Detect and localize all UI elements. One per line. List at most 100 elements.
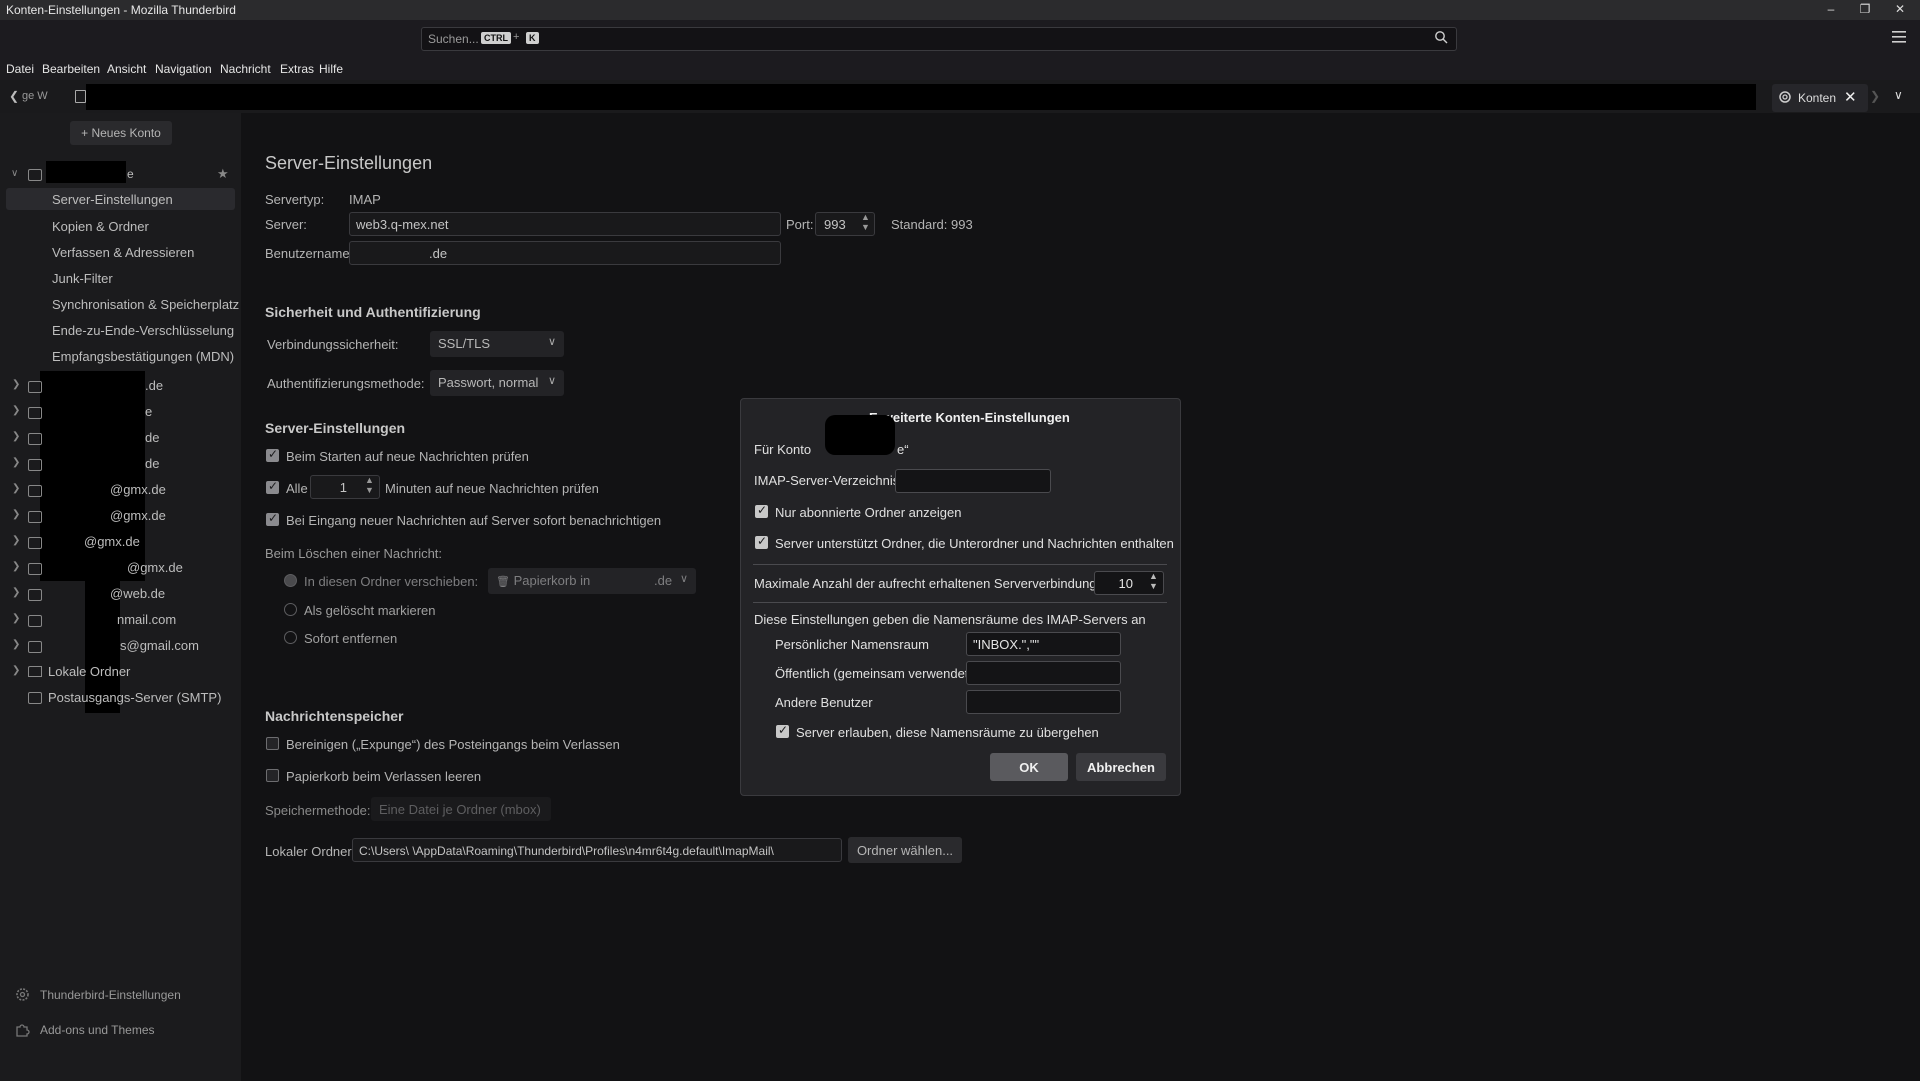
personal-ns-label: Persönlicher Namensraum — [775, 637, 929, 652]
server-settings-heading: Server-Einstellungen — [265, 420, 406, 436]
sidebar-account[interactable]: ❯ nmail.com — [0, 609, 241, 631]
tabs-list-chevron-icon[interactable]: ∨ — [1894, 88, 1903, 102]
sidebar-smtp[interactable]: Postausgangs-Server (SMTP) — [0, 687, 241, 709]
sidebar-item-sync[interactable]: Synchronisation & Speicherplatz — [52, 297, 239, 312]
sidebar-account[interactable]: ❯ @gmx.de — [0, 531, 241, 553]
search-input[interactable]: Suchen... CTRL + K — [421, 27, 1457, 51]
sidebar-account[interactable]: ❯ @gmx.de — [0, 505, 241, 527]
check-on-start-checkbox[interactable] — [266, 447, 279, 462]
close-window-button[interactable]: ✕ — [1890, 2, 1910, 18]
sidebar-account[interactable]: ❯ de — [0, 453, 241, 475]
sidebar-account[interactable]: ❯ @gmx.de — [0, 557, 241, 579]
personal-ns-input[interactable] — [966, 632, 1121, 656]
default-star-icon: ★ — [217, 166, 229, 181]
thunderbird-settings-link[interactable]: Thunderbird-Einstellungen — [0, 984, 241, 1008]
menu-extras[interactable]: Extras — [280, 62, 314, 76]
empty-trash-checkbox[interactable] — [266, 769, 279, 782]
mark-deleted-radio[interactable] — [284, 603, 297, 616]
account-icon — [28, 459, 42, 471]
server-supports-checkbox[interactable] — [755, 534, 768, 549]
sidebar-account[interactable]: ❯ @gmx.de — [0, 479, 241, 501]
sidebar-account[interactable]: ❯ de — [0, 427, 241, 449]
check-interval-input[interactable]: 1 ▲ ▼ — [310, 475, 380, 499]
sidebar-item-composition[interactable]: Verfassen & Adressieren — [52, 245, 194, 260]
sidebar-item-junk[interactable]: Junk-Filter — [52, 271, 113, 286]
trash-folder-select[interactable]: 🗑 Papierkorb in .de ∨ — [488, 568, 696, 594]
max-connections-input[interactable]: 10 ▲ ▼ — [1094, 571, 1164, 595]
conn-security-select[interactable]: SSL/TLS ∨ — [430, 331, 564, 357]
sidebar-local-folders[interactable]: ❯ Lokale Ordner — [0, 661, 241, 683]
connections-stepper-icon[interactable]: ▲ ▼ — [1149, 571, 1158, 591]
menu-hilfe[interactable]: Hilfe — [319, 62, 343, 76]
ok-button[interactable]: OK — [990, 753, 1068, 781]
menu-navigation[interactable]: Navigation — [155, 62, 212, 76]
notify-new-checkbox[interactable] — [266, 511, 279, 526]
interval-stepper-icon[interactable]: ▲ ▼ — [365, 475, 374, 495]
imap-dir-input[interactable] — [895, 469, 1051, 493]
check-every-prefix: Alle — [286, 481, 308, 496]
menu-ansicht[interactable]: Ansicht — [107, 62, 146, 76]
sidebar-item-server-settings[interactable]: Server-Einstellungen — [6, 188, 235, 210]
account-label: de — [145, 456, 160, 471]
cancel-button[interactable]: Abbrechen — [1076, 753, 1166, 781]
sidebar-item-e2ee[interactable]: Ende-zu-Ende-Verschlüsselung — [52, 323, 234, 338]
subscribed-only-checkbox[interactable] — [755, 503, 768, 518]
expunge-checkbox[interactable] — [266, 737, 279, 750]
divider — [753, 602, 1167, 603]
maximize-button[interactable]: ❐ — [1855, 2, 1875, 18]
sidebar-account[interactable]: ❯ .de — [0, 375, 241, 397]
account-label: @gmx.de — [84, 534, 140, 549]
server-input[interactable] — [349, 212, 781, 236]
account-icon — [28, 169, 42, 181]
other-users-input[interactable] — [966, 690, 1121, 714]
tabs-scroll-left-icon[interactable]: ❮ — [9, 89, 19, 103]
account-icon — [28, 407, 42, 419]
port-label: Port: — [786, 217, 814, 232]
storage-method-label: Speichermethode: — [265, 803, 371, 818]
move-to-folder-radio[interactable] — [284, 574, 297, 587]
check-every-checkbox[interactable] — [266, 479, 279, 494]
port-input[interactable]: 993 ▲ ▼ — [815, 212, 875, 236]
port-stepper-icon[interactable]: ▲ ▼ — [861, 212, 870, 232]
chevron-down-icon[interactable]: ∨ — [11, 168, 18, 179]
account-label: .de — [145, 378, 164, 393]
account-icon — [28, 381, 42, 393]
choose-folder-button[interactable]: Ordner wählen... — [848, 837, 962, 863]
allow-override-label: Server erlauben, diese Namensräume zu üb… — [796, 725, 1099, 740]
chevron-down-icon: ∨ — [679, 573, 688, 585]
addons-link[interactable]: Add-ons und Themes — [0, 1019, 241, 1043]
auth-select[interactable]: Passwort, normal ∨ — [430, 370, 564, 396]
sidebar-item-copies-folders[interactable]: Kopien & Ordner — [52, 219, 149, 234]
minimize-button[interactable]: – — [1821, 2, 1841, 18]
sidebar-account[interactable]: ❯ @web.de — [0, 583, 241, 605]
tab-account-settings[interactable]: Konten ✕ — [1772, 84, 1868, 112]
conn-security-label: Verbindungssicherheit: — [267, 337, 399, 352]
search-icon[interactable] — [1434, 30, 1448, 49]
allow-override-checkbox[interactable] — [776, 723, 789, 738]
tabs-scroll-right-icon[interactable]: ❯ — [1870, 89, 1880, 103]
conn-security-value: SSL/TLS — [438, 336, 491, 351]
menu-nachricht[interactable]: Nachricht — [220, 62, 271, 76]
local-dir-input[interactable]: C:\Users\ \AppData\Roaming\Thunderbird\P… — [352, 838, 842, 862]
redacted-tabs — [86, 84, 1756, 110]
storage-heading: Nachrichtenspeicher — [265, 708, 404, 724]
sidebar-account[interactable]: ❯ s@gmail.com — [0, 635, 241, 657]
addons-label: Add-ons und Themes — [40, 1023, 155, 1037]
app-menu-icon[interactable] — [1892, 30, 1906, 48]
account-icon — [28, 433, 42, 445]
sidebar-account[interactable]: ❯ e — [0, 401, 241, 423]
max-connections-value: 10 — [1118, 576, 1133, 591]
chevron-right-icon: ❯ — [12, 665, 21, 676]
auth-label: Authentifizierungsmethode: — [267, 376, 425, 391]
account-label: nmail.com — [117, 612, 177, 627]
menu-bearbeiten[interactable]: Bearbeiten — [42, 62, 100, 76]
puzzle-icon — [15, 1022, 30, 1042]
sidebar-item-mdn[interactable]: Empfangsbestätigungen (MDN) — [52, 349, 234, 364]
delete-immediately-radio[interactable] — [284, 631, 297, 644]
menu-datei[interactable]: Datei — [6, 62, 34, 76]
public-ns-input[interactable] — [966, 661, 1121, 685]
username-input[interactable]: .de — [349, 241, 781, 265]
tab-left-label[interactable]: ge W — [22, 90, 48, 102]
new-account-button[interactable]: + Neues Konto — [70, 121, 172, 145]
tab-close-icon[interactable]: ✕ — [1844, 88, 1857, 106]
